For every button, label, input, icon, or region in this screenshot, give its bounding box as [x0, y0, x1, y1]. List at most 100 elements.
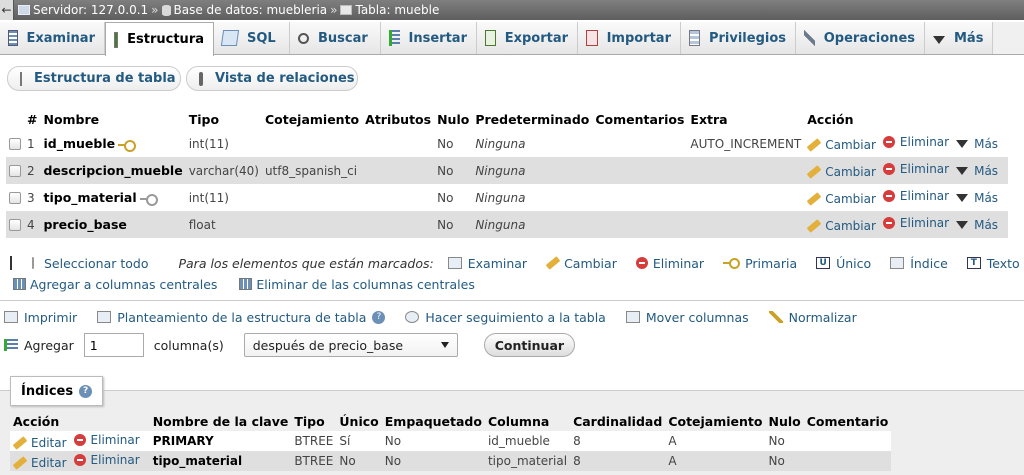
bulk-primary-button[interactable]: Primaria	[723, 256, 797, 271]
structure-icon	[97, 311, 112, 323]
search-icon	[298, 32, 309, 44]
more-button[interactable]: Más	[956, 137, 998, 151]
tab-operations[interactable]: Operaciones	[796, 22, 925, 54]
help-icon[interactable]: ?	[79, 384, 93, 398]
change-button[interactable]: Cambiar	[806, 192, 876, 206]
central-columns-actions: Agregar a columnas centrales Eliminar de…	[13, 276, 497, 292]
column-default: Ninguna	[472, 130, 593, 157]
index-collation: A	[665, 451, 766, 471]
browse-icon	[447, 257, 462, 269]
row-checkbox[interactable]	[9, 192, 21, 204]
row-actions: Cambiar Eliminar Más	[804, 130, 1009, 157]
edit-index-button[interactable]: Editar	[12, 455, 67, 470]
pencil-icon	[806, 192, 822, 206]
move-columns-link[interactable]: Mover columnas	[625, 310, 749, 325]
relation-view-button[interactable]: Vista de relaciones	[186, 66, 358, 91]
drop-button[interactable]: Eliminar	[882, 216, 949, 230]
column-extra	[687, 157, 805, 184]
column-name[interactable]: id_mueble	[43, 136, 115, 151]
column-name-cell: descripcion_mueble	[40, 157, 186, 184]
column-attributes	[362, 184, 435, 211]
idx-header-cardinality: Cardinalidad	[570, 412, 666, 431]
row-checkbox[interactable]	[9, 165, 21, 177]
edit-index-button[interactable]: Editar	[12, 436, 67, 450]
drop-button[interactable]: Eliminar	[882, 162, 949, 176]
with-selected-label: Para los elementos que están marcados:	[178, 255, 434, 271]
table-structure-button[interactable]: Estructura de tabla	[7, 66, 181, 91]
bulk-unique-button[interactable]: U Único	[816, 256, 871, 271]
breadcrumb-database[interactable]: Base de datos: muebleria	[161, 3, 327, 17]
tab-insert[interactable]: Insertar	[381, 22, 477, 54]
more-button[interactable]: Más	[956, 164, 998, 178]
column-comments	[592, 157, 688, 184]
export-icon	[485, 30, 496, 46]
column-name[interactable]: precio_base	[43, 217, 126, 232]
header-name: Nombre	[40, 110, 186, 131]
wand-icon	[768, 311, 783, 323]
bulk-browse-button[interactable]: Examinar	[447, 256, 527, 271]
drop-index-button[interactable]: Eliminar	[73, 433, 140, 447]
column-name[interactable]: descripcion_mueble	[43, 163, 182, 178]
index-unique: Sí	[336, 431, 382, 451]
pencil-icon	[12, 455, 28, 470]
bulk-index-button[interactable]: Índice	[890, 256, 948, 271]
header-null: Nulo	[434, 110, 473, 131]
continue-button[interactable]: Continuar	[483, 333, 576, 357]
idx-header-keyname: Nombre de la clave	[149, 412, 292, 431]
change-button[interactable]: Cambiar	[806, 165, 876, 179]
help-icon[interactable]: ?	[372, 310, 386, 324]
bulk-drop-button[interactable]: Eliminar	[635, 256, 704, 271]
tab-import[interactable]: Importar	[578, 22, 681, 54]
change-button[interactable]: Cambiar	[806, 138, 876, 152]
more-button[interactable]: Más	[956, 191, 998, 205]
print-link[interactable]: Imprimir	[4, 310, 77, 325]
row-checkbox[interactable]	[9, 138, 21, 151]
breadcrumb-table[interactable]: Tabla: mueble	[340, 3, 439, 17]
change-button[interactable]: Cambiar	[806, 219, 876, 233]
bulk-change-button[interactable]: Cambiar	[545, 256, 617, 271]
back-arrow-icon[interactable]: ←	[0, 0, 14, 20]
row-num: 1	[24, 130, 41, 157]
column-comments	[592, 184, 688, 211]
select-all-label[interactable]: Seleccionar todo	[44, 256, 148, 271]
remove-central-columns-button[interactable]: Eliminar de las columnas centrales	[239, 277, 475, 292]
column-extra	[687, 184, 805, 211]
tab-structure[interactable]: Estructura	[105, 22, 214, 56]
pencil-icon	[806, 219, 822, 233]
select-all-checkbox[interactable]	[32, 257, 34, 269]
more-button[interactable]: Más	[956, 218, 998, 232]
delete-icon	[882, 190, 895, 202]
table-icon	[340, 5, 353, 15]
column-name[interactable]: tipo_material	[43, 190, 136, 205]
tab-more[interactable]: Más	[925, 22, 993, 54]
column-comments	[592, 211, 688, 238]
normalize-link[interactable]: Normalizar	[768, 310, 857, 325]
bulk-fulltext-button[interactable]: T Texto	[966, 256, 1020, 271]
track-table-link[interactable]: Hacer seguimiento a la tabla	[405, 310, 606, 325]
index-packed: No	[381, 431, 485, 451]
tab-sql[interactable]: SQL	[214, 22, 290, 54]
drop-index-button[interactable]: Eliminar	[73, 453, 140, 467]
tab-search[interactable]: Buscar	[290, 22, 381, 54]
drop-button[interactable]: Eliminar	[882, 189, 949, 203]
tab-export[interactable]: Exportar	[477, 22, 578, 54]
breadcrumb-server[interactable]: Servidor: 127.0.0.1	[14, 3, 148, 17]
column-collation	[261, 211, 363, 238]
tab-browse[interactable]: Examinar	[0, 22, 105, 54]
drop-button[interactable]: Eliminar	[882, 135, 949, 149]
add-central-columns-button[interactable]: Agregar a columnas centrales	[13, 277, 217, 292]
chevron-down-icon	[956, 221, 969, 229]
row-checkbox[interactable]	[9, 219, 21, 231]
index-key-icon	[139, 193, 158, 206]
idx-header-unique: Único	[336, 412, 382, 431]
idx-header-packed: Empaquetado	[381, 412, 485, 431]
delete-icon	[73, 453, 86, 466]
index-row: Editar Eliminar tipo_material BTREE No No…	[10, 451, 892, 471]
propose-structure-link[interactable]: Planteamiento de la estructura de tabla?	[97, 310, 386, 325]
index-type: BTREE	[291, 431, 337, 451]
position-select[interactable]: después de precio_base	[243, 333, 458, 357]
tab-privileges[interactable]: Privilegios	[681, 22, 796, 54]
row-actions: Cambiar Eliminar Más	[804, 211, 1009, 238]
column-attributes	[362, 157, 435, 184]
column-count-input[interactable]	[83, 333, 144, 357]
